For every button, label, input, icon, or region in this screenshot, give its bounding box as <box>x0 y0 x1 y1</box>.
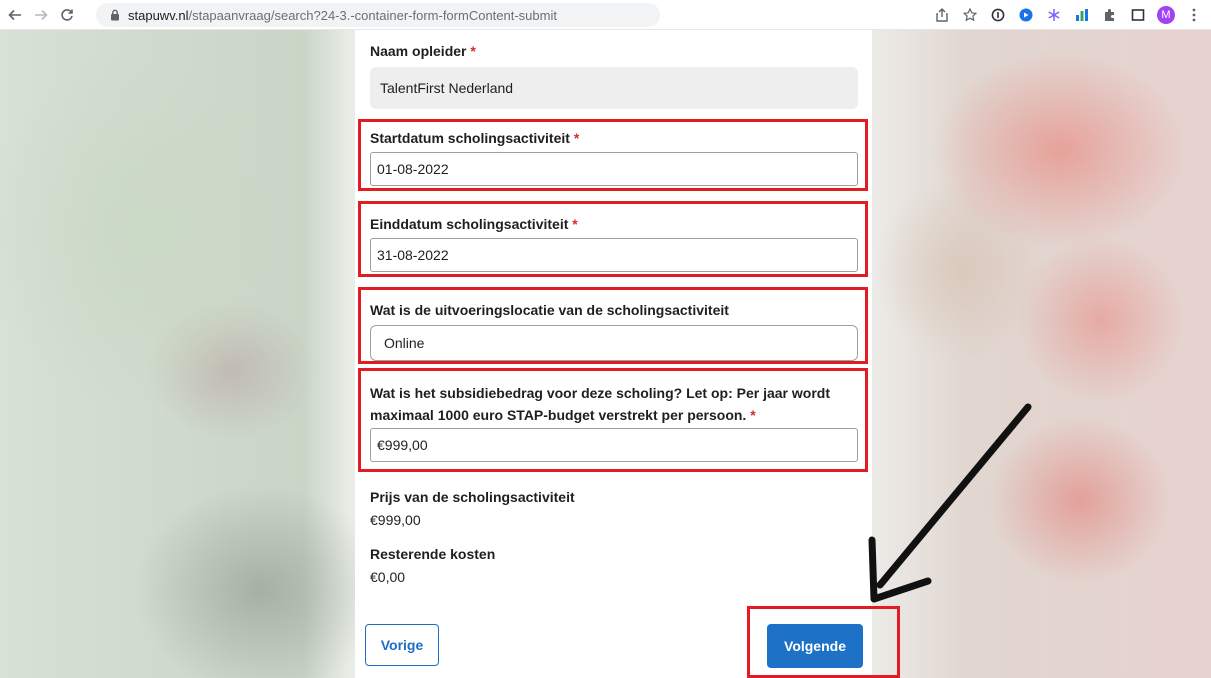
remaining-costs-label: Resterende kosten <box>370 546 496 562</box>
extension-blue-icon[interactable] <box>1015 4 1037 26</box>
browser-toolbar: stapuwv.nl /stapaanvraag/search?24-3.-co… <box>0 0 1211 30</box>
address-bar[interactable]: stapuwv.nl /stapaanvraag/search?24-3.-co… <box>96 3 660 27</box>
highlight-subsidy <box>358 368 868 472</box>
highlight-location <box>358 287 868 364</box>
extensions-bar: M <box>925 4 1205 26</box>
menu-kebab-icon[interactable] <box>1183 4 1205 26</box>
password-manager-icon[interactable] <box>987 4 1009 26</box>
profile-initial: M <box>1157 6 1175 24</box>
extensions-puzzle-icon[interactable] <box>1099 4 1121 26</box>
side-panel-icon[interactable] <box>1127 4 1149 26</box>
annotation-arrow <box>868 403 1032 603</box>
lock-icon <box>110 9 120 21</box>
training-provider-label: Naam opleider * <box>370 43 476 59</box>
reload-icon[interactable] <box>56 4 78 26</box>
back-icon[interactable] <box>4 4 26 26</box>
forward-icon[interactable] <box>30 4 52 26</box>
share-icon[interactable] <box>931 4 953 26</box>
arrow-head <box>868 536 932 603</box>
url-path: /stapaanvraag/search?24-3.-container-for… <box>188 7 557 23</box>
required-marker: * <box>470 43 476 59</box>
form-card: Naam opleider * TalentFirst Nederland St… <box>355 30 872 678</box>
profile-avatar[interactable]: M <box>1155 4 1177 26</box>
url-host: stapuwv.nl <box>128 7 189 23</box>
highlight-start-date <box>358 119 868 191</box>
bookmark-star-icon[interactable] <box>959 4 981 26</box>
extension-chart-icon[interactable] <box>1071 4 1093 26</box>
previous-button[interactable]: Vorige <box>365 624 439 666</box>
remaining-costs-value: €0,00 <box>370 569 406 585</box>
price-value: €999,00 <box>370 512 421 528</box>
highlight-end-date <box>358 201 868 277</box>
extension-snowflake-icon[interactable] <box>1043 4 1065 26</box>
price-label: Prijs van de scholingsactiviteit <box>370 489 575 505</box>
training-provider-field: TalentFirst Nederland <box>370 67 858 109</box>
highlight-next-button <box>747 606 900 678</box>
arrow-shaft <box>876 403 1032 589</box>
